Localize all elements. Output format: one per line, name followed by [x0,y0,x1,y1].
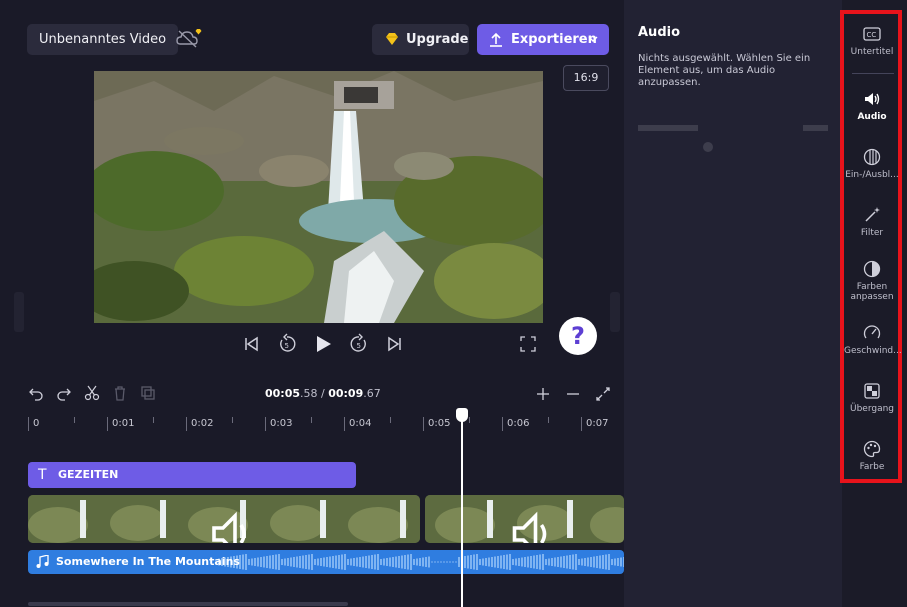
play-icon[interactable] [312,333,334,355]
timeline-toolbar [28,385,156,401]
ruler-tick-label: 0:03 [265,417,292,431]
rewind-5-icon[interactable]: 5 [276,333,298,355]
upload-icon [490,32,502,47]
video-clip-1[interactable] [28,495,420,543]
text-clip-label: GEZEITEN [58,468,119,481]
svg-text:5: 5 [357,342,361,350]
ruler-minor-tick [390,417,391,423]
ruler-tick-label: 0:07 [581,417,608,431]
rail-item-label: Farbe [859,462,885,472]
rail-item-label: Ein-/Ausbl... [845,170,899,180]
total-time: 00:09 [328,387,364,400]
current-time-fraction: .58 [300,387,318,400]
panel-title: Audio [638,25,681,40]
ruler-minor-tick [153,417,154,423]
disabled-volume-slider [638,125,828,152]
speaker-icon [865,93,880,105]
playback-controls: 5 5 [240,333,406,355]
audio-clip-label: Somewhere In The Mountains [56,555,240,568]
export-button[interactable]: Exportieren [477,24,609,55]
cloud-sync-off-icon[interactable] [176,28,202,50]
trash-icon[interactable] [112,385,128,401]
ruler-minor-tick [74,417,75,423]
zoom-tools [535,386,611,402]
rail-item-label: Filter [860,228,884,238]
upgrade-label: Upgrade [406,32,469,47]
text-clip[interactable]: T GEZEITEN [28,462,356,488]
rail-item-speed[interactable]: Geschwind... [844,324,902,356]
rail-item-label: Audio [857,112,887,122]
timeline-ruler[interactable]: 0 0:01 0:02 0:03 0:04 0:05 0:06 0:07 [28,413,628,441]
rail-divider [852,73,894,74]
contrast-icon [863,260,881,278]
fade-icon [863,148,881,166]
cc-icon: CC [863,27,881,41]
aspect-ratio-button[interactable]: 16:9 [563,65,609,91]
playhead-handle[interactable] [456,408,468,422]
collapse-left-handle[interactable] [14,292,24,332]
scissors-icon[interactable] [84,385,100,401]
export-label: Exportieren [511,32,597,47]
ruler-tick-label: 0:02 [186,417,213,431]
time-separator: / [317,387,329,400]
skip-to-end-icon[interactable] [384,333,406,355]
ruler-tick-label: 0:05 [423,417,450,431]
svg-text:CC: CC [867,31,877,39]
speedometer-icon [863,325,881,339]
transition-icon [864,383,880,399]
skip-to-start-icon[interactable] [240,333,262,355]
rail-item-fade[interactable]: Ein-/Ausbl... [844,148,900,180]
text-type-icon: T [38,467,47,483]
zoom-in-icon[interactable] [535,386,551,402]
audio-clip[interactable]: Somewhere In The Mountains [28,550,624,574]
total-time-fraction: .67 [363,387,381,400]
video-preview[interactable] [94,71,543,323]
upgrade-button[interactable]: Upgrade [372,24,469,55]
panel-description: Nichts ausgewählt. Wählen Sie ein Elemen… [638,53,811,88]
time-display: 00:05.58 / 00:09.67 [265,387,381,400]
redo-icon[interactable] [56,385,72,401]
undo-icon[interactable] [28,385,44,401]
help-button[interactable]: ? [559,317,597,355]
ruler-tick-label: 0:04 [344,417,371,431]
project-title-button[interactable]: Unbenanntes Video [27,24,179,55]
rail-item-subtitles[interactable]: CC Untertitel [844,25,900,57]
ruler-tick-label: 0 [28,417,39,431]
current-time: 00:05 [265,387,301,400]
fullscreen-icon[interactable] [520,336,536,352]
rail-item-label: Farben anpassen [850,282,894,302]
ruler-tick-label: 0:01 [107,417,134,431]
magic-wand-icon [865,207,880,222]
svg-text:5: 5 [285,342,289,350]
audio-panel: Audio Nichts ausgewählt. Wählen Sie ein … [624,0,842,607]
playhead[interactable] [461,412,463,607]
chevron-down-icon [588,36,598,42]
rail-item-label: Geschwind... [844,346,902,356]
rail-item-label: Untertitel [850,47,894,57]
fit-timeline-icon[interactable] [595,386,611,402]
rail-item-adjust-colors[interactable]: Farben anpassen [844,260,900,302]
forward-5-icon[interactable]: 5 [348,333,370,355]
zoom-out-icon[interactable] [565,386,581,402]
rail-item-audio[interactable]: Audio [844,90,900,122]
timeline-scrollbar[interactable] [28,602,348,606]
rail-item-transition[interactable]: Übergang [844,382,900,414]
palette-icon [863,440,881,458]
ruler-minor-tick [311,417,312,423]
rail-item-color[interactable]: Farbe [844,440,900,472]
ruler-tick-label: 0:06 [502,417,529,431]
ruler-minor-tick [469,417,470,423]
diamond-icon [386,33,398,45]
waterfall-frame-image [94,71,543,323]
duplicate-icon[interactable] [140,385,156,401]
video-clip-2[interactable] [425,495,624,543]
ruler-minor-tick [548,417,549,423]
ruler-minor-tick [232,417,233,423]
rail-item-label: Übergang [849,404,895,414]
editor-area: Unbenanntes Video Upgrade Exportieren 16… [0,0,628,607]
rail-item-filter[interactable]: Filter [844,206,900,238]
collapse-right-handle[interactable] [610,292,620,332]
music-note-icon [36,555,49,568]
volume-icon[interactable] [36,510,420,543]
